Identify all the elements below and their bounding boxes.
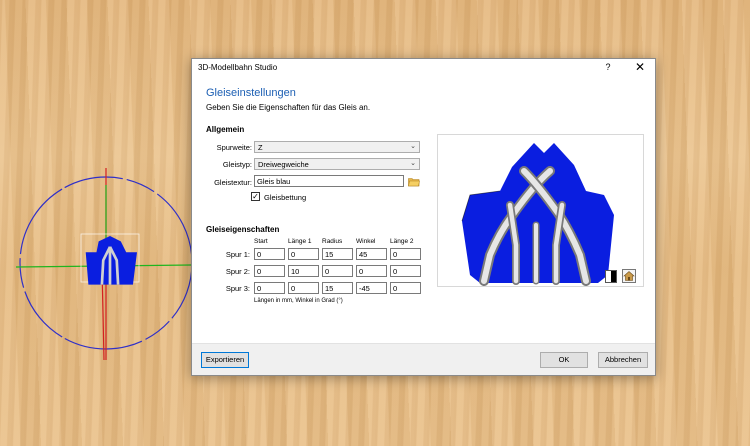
spur2-radius-input[interactable]: 0 bbox=[322, 265, 353, 277]
home-view-icon[interactable] bbox=[622, 269, 636, 283]
units-note: Längen in mm, Winkel in Grad (°) bbox=[254, 298, 343, 304]
col-header-winkel: Winkel bbox=[356, 238, 376, 245]
spur3-radius-input[interactable]: 15 bbox=[322, 282, 353, 294]
col-header-radius: Radius bbox=[322, 238, 343, 245]
track-preview-render bbox=[461, 143, 614, 286]
col-header-laenge2: Länge 2 bbox=[390, 238, 414, 245]
spur1-laenge2-input[interactable]: 0 bbox=[390, 248, 421, 260]
gleistyp-label: Gleistyp: bbox=[222, 160, 252, 169]
gleistextur-label: Gleistextur: bbox=[214, 178, 252, 187]
track-settings-dialog: 3D-Modellbahn Studio ? ✕ Gleiseinstellun… bbox=[191, 58, 656, 376]
row-label-spur3: Spur 3: bbox=[225, 284, 250, 293]
cancel-button[interactable]: Abbrechen bbox=[598, 352, 648, 368]
spur3-start-input[interactable]: 0 bbox=[254, 282, 285, 294]
track-preview[interactable] bbox=[437, 134, 644, 287]
chevron-down-icon: ⌄ bbox=[410, 143, 416, 150]
spur1-start-input[interactable]: 0 bbox=[254, 248, 285, 260]
dialog-footer: Exportieren OK Abbrechen bbox=[192, 343, 655, 375]
spur3-laenge1-input[interactable]: 0 bbox=[288, 282, 319, 294]
spur2-start-input[interactable]: 0 bbox=[254, 265, 285, 277]
spur1-laenge1-input[interactable]: 0 bbox=[288, 248, 319, 260]
row-label-spur1: Spur 1: bbox=[225, 250, 250, 259]
col-header-start: Start bbox=[254, 238, 268, 245]
gleistextur-input[interactable]: Gleis blau bbox=[254, 175, 404, 187]
spur1-radius-input[interactable]: 15 bbox=[322, 248, 353, 260]
gleistyp-value: Dreiwegweiche bbox=[258, 160, 309, 169]
help-button[interactable]: ? bbox=[601, 62, 615, 72]
dialog-subheading: Geben Sie die Eigenschaften für das Glei… bbox=[206, 103, 371, 112]
spur2-laenge1-input[interactable]: 10 bbox=[288, 265, 319, 277]
workspace-background[interactable]: 3D-Modellbahn Studio ? ✕ Gleiseinstellun… bbox=[0, 0, 750, 446]
chevron-down-icon: ⌄ bbox=[410, 160, 416, 167]
gleistyp-select[interactable]: Dreiwegweiche ⌄ bbox=[254, 158, 420, 170]
spur3-winkel-input[interactable]: -45 bbox=[356, 282, 387, 294]
spurweite-select[interactable]: Z ⌄ bbox=[254, 141, 420, 153]
mini-track-model bbox=[85, 236, 137, 285]
spur2-winkel-input[interactable]: 0 bbox=[356, 265, 387, 277]
close-icon[interactable]: ✕ bbox=[633, 60, 647, 74]
folder-icon[interactable] bbox=[408, 177, 420, 187]
window-title: 3D-Modellbahn Studio bbox=[198, 63, 278, 72]
spur3-laenge2-input[interactable]: 0 bbox=[390, 282, 421, 294]
title-bar[interactable]: 3D-Modellbahn Studio ? ✕ bbox=[192, 59, 655, 77]
row-label-spur2: Spur 2: bbox=[225, 267, 250, 276]
dialog-heading: Gleiseinstellungen bbox=[206, 87, 296, 99]
section-track-properties-title: Gleiseigenschaften bbox=[206, 225, 280, 234]
spur1-winkel-input[interactable]: 45 bbox=[356, 248, 387, 260]
spurweite-value: Z bbox=[258, 143, 263, 152]
section-general-title: Allgemein bbox=[206, 125, 245, 134]
color-swatch-icon[interactable] bbox=[605, 270, 617, 283]
ok-button[interactable]: OK bbox=[540, 352, 588, 368]
col-header-laenge1: Länge 1 bbox=[288, 238, 312, 245]
gleisbettung-label[interactable]: Gleisbettung bbox=[264, 193, 306, 202]
spurweite-label: Spurweite: bbox=[216, 143, 252, 152]
export-button[interactable]: Exportieren bbox=[201, 352, 249, 368]
spur2-laenge2-input[interactable]: 0 bbox=[390, 265, 421, 277]
gleisbettung-checkbox[interactable]: ✓ bbox=[251, 192, 260, 201]
